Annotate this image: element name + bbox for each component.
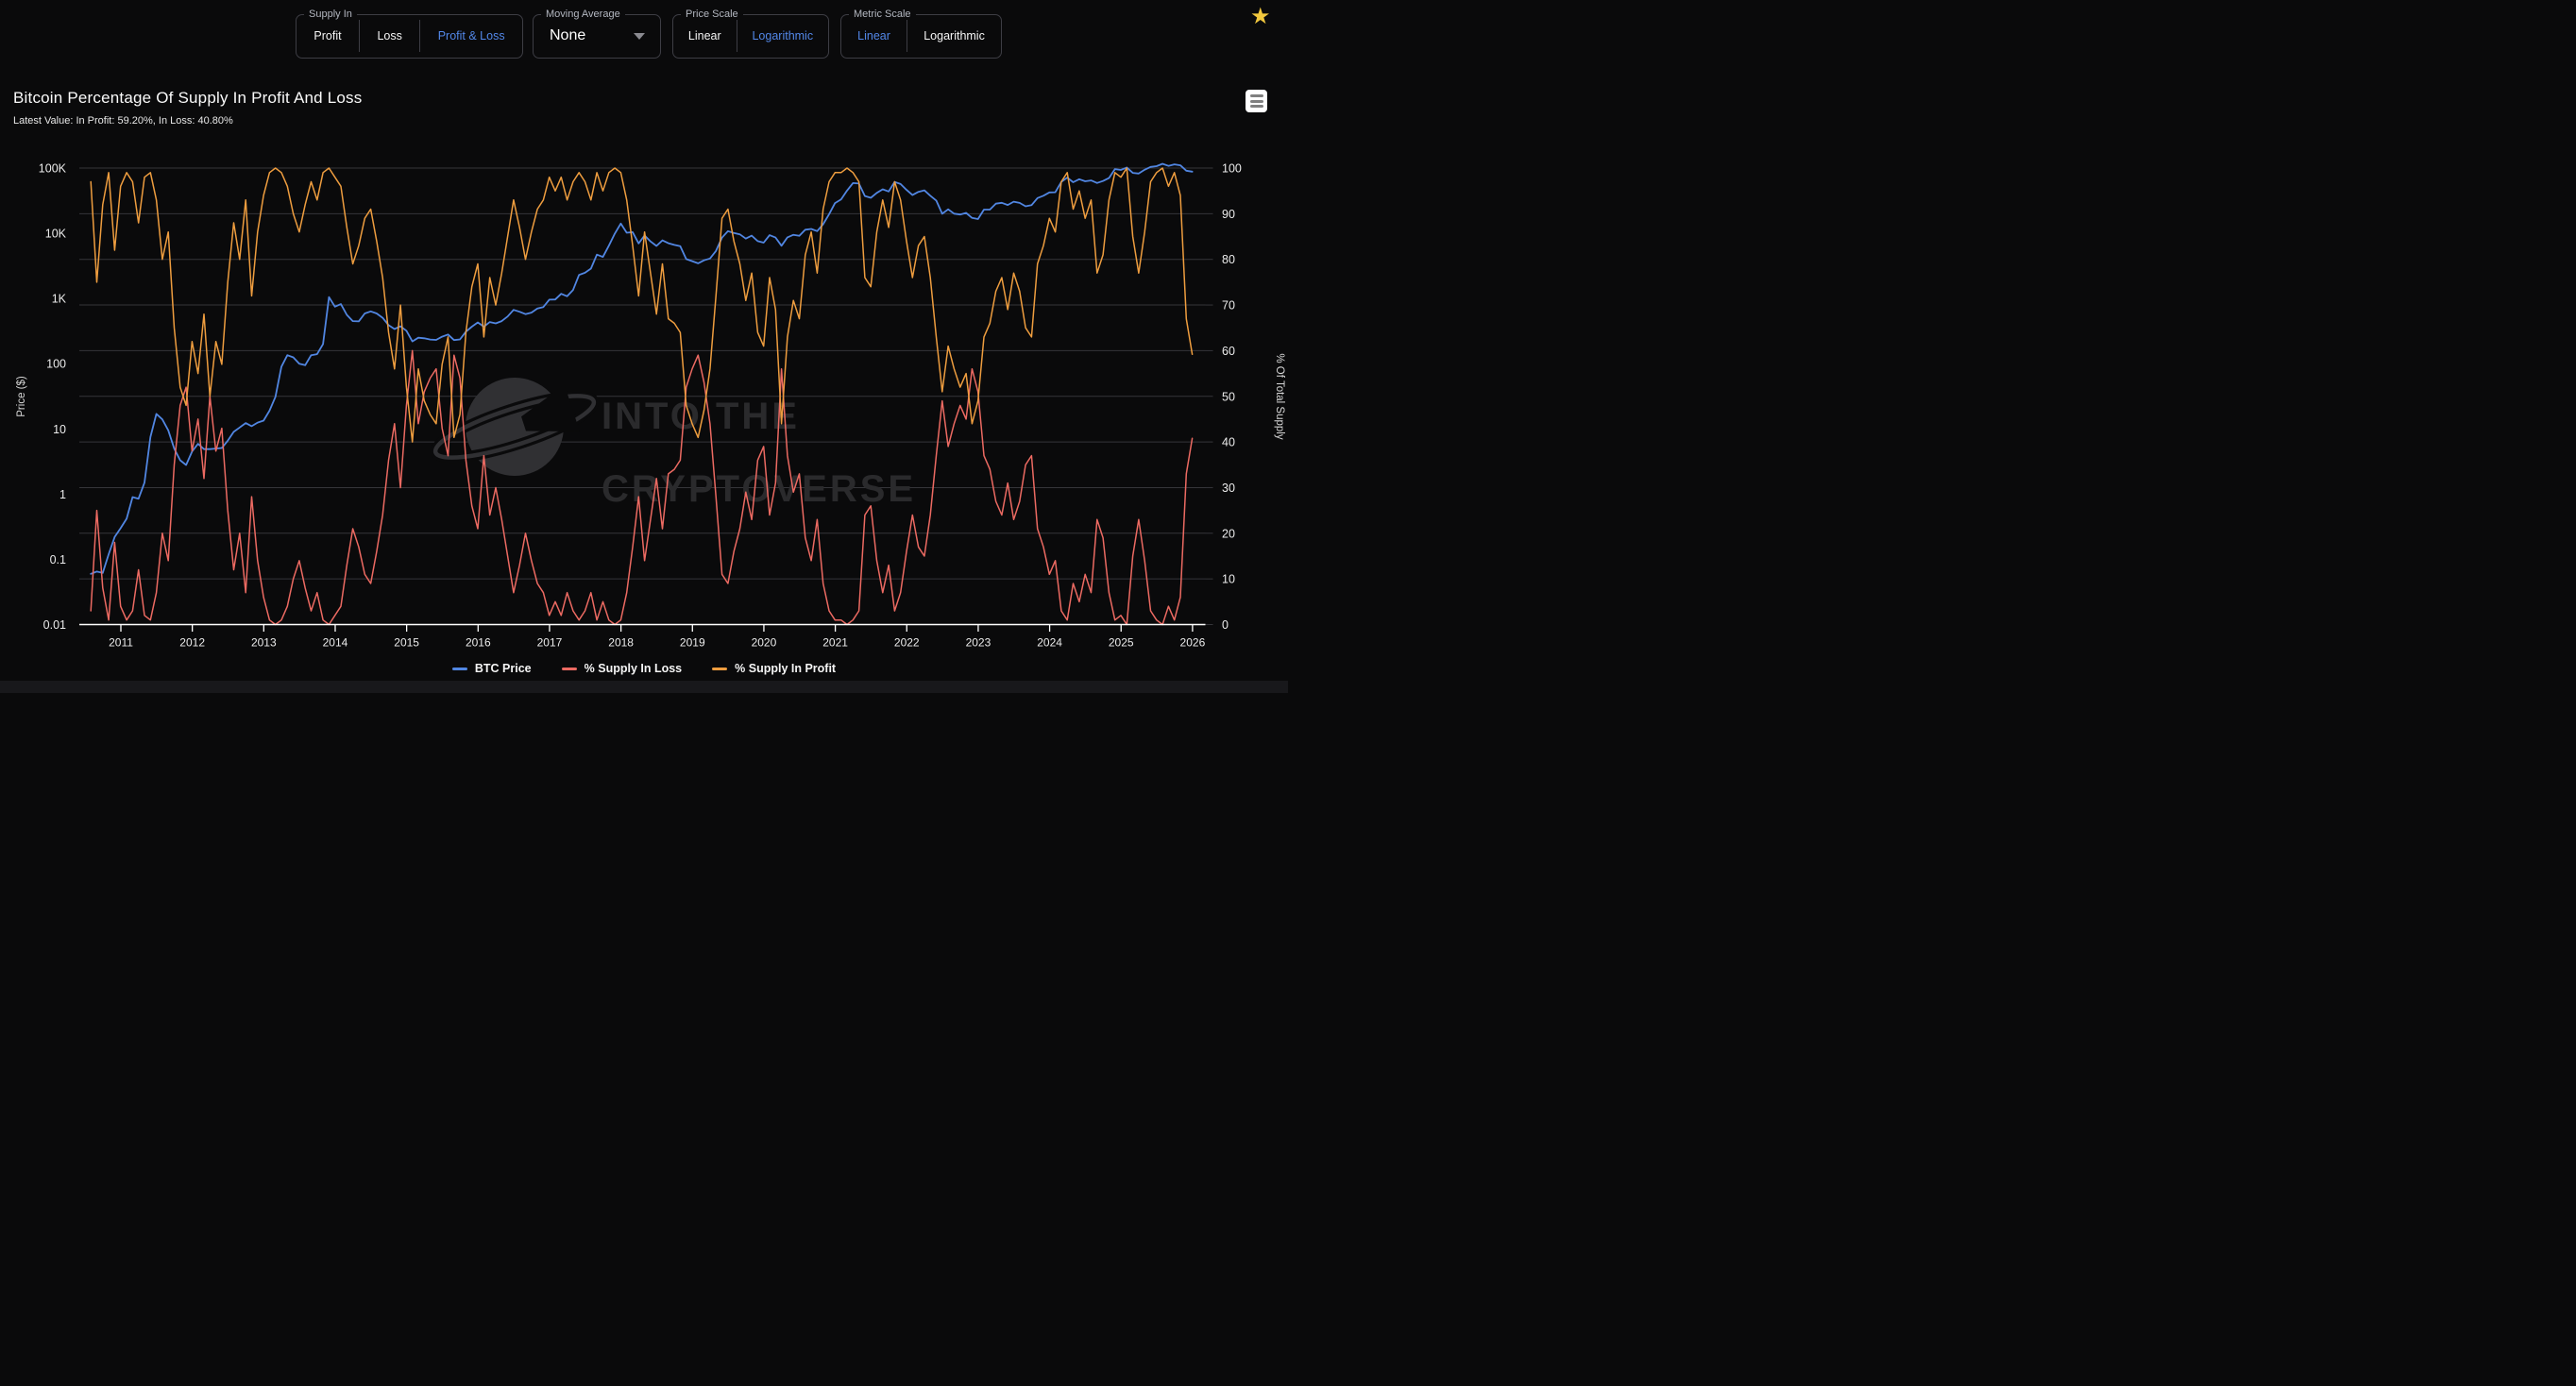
percent-tick-0: 0 [1222, 618, 1229, 632]
legend-dash-supply-in-profit [712, 668, 727, 670]
legend-label-supply-in-profit: % Supply In Profit [735, 662, 836, 675]
legend-item-btc-price[interactable]: BTC Price [452, 662, 532, 675]
control-price-scale: Price Scale LinearLogarithmic [672, 8, 829, 59]
bottom-strip [0, 681, 1288, 693]
option-supply-in-loss[interactable]: Loss [359, 20, 419, 52]
price-tick-100: 100 [46, 358, 66, 371]
legend-dash-btc-price [452, 668, 467, 670]
page-title: Bitcoin Percentage Of Supply In Profit A… [13, 89, 362, 108]
percent-tick-100: 100 [1222, 162, 1242, 176]
btc-price-line[interactable] [91, 164, 1192, 574]
price-tick-0-01: 0.01 [43, 618, 66, 632]
control-metric-scale: Metric Scale LinearLogarithmic [840, 8, 1002, 59]
chevron-down-icon [634, 33, 645, 40]
x-tick-2015: 2015 [394, 636, 419, 650]
x-tick-2016: 2016 [466, 636, 491, 650]
option-price-scale-logarithmic[interactable]: Logarithmic [737, 20, 828, 52]
percent-tick-20: 20 [1222, 527, 1235, 540]
cryptoverse-logo-icon [430, 378, 599, 476]
moving-average-value: None [550, 27, 585, 44]
control-metric-scale-label: Metric Scale [849, 8, 916, 20]
percent-tick-70: 70 [1222, 299, 1235, 313]
price-tick-0-1: 0.1 [50, 553, 66, 566]
chart-legend: BTC Price % Supply In Loss % Supply In Pro… [0, 662, 1288, 675]
percent-axis-labels: 1009080706050403020100% Of Total Supply [1222, 162, 1285, 633]
control-supply-in: Supply In ProfitLossProfit & Loss [296, 8, 523, 59]
supply-in-options: ProfitLossProfit & Loss [297, 20, 522, 52]
star-icon: ★ [1250, 4, 1271, 29]
control-price-scale-label: Price Scale [681, 8, 743, 20]
x-tick-2012: 2012 [179, 636, 205, 650]
legend-label-supply-in-loss: % Supply In Loss [585, 662, 683, 675]
percent-tick-30: 30 [1222, 482, 1235, 495]
x-tick-2011: 2011 [109, 636, 133, 650]
control-moving-average: Moving Average None [533, 8, 661, 59]
latest-value-subtitle: Latest Value: In Profit: 59.20%, In Loss… [13, 115, 233, 127]
percent-tick-10: 10 [1222, 573, 1235, 586]
favorite-star-button[interactable]: ★ [1250, 6, 1271, 28]
legend-dash-supply-in-loss [562, 668, 577, 670]
percent-tick-90: 90 [1222, 208, 1235, 221]
x-tick-2017: 2017 [537, 636, 563, 650]
x-tick-2019: 2019 [680, 636, 705, 650]
moving-average-dropdown[interactable]: None [534, 20, 660, 52]
option-metric-scale-logarithmic[interactable]: Logarithmic [907, 20, 1001, 52]
x-axis: 2011 2012 2013 2014 2015 2016 2017 2018 2019 2020… [79, 625, 1206, 650]
price-tick-1: 1 [59, 488, 66, 501]
price-tick-10: 10 [53, 423, 66, 436]
price-axis-labels: 100K 10K 1K 100 10 1 0.1 0.01 Price ($) [16, 162, 67, 633]
watermark: INTO THE CRYPTOVERSE [430, 378, 916, 510]
x-tick-2023: 2023 [966, 636, 991, 650]
watermark-line1: INTO THE [602, 396, 800, 437]
percent-tick-40: 40 [1222, 436, 1235, 449]
price-tick-1k: 1K [52, 293, 67, 306]
price-tick-10k: 10K [45, 228, 67, 241]
x-tick-2020: 2020 [752, 636, 777, 650]
x-tick-2014: 2014 [323, 636, 348, 650]
x-tick-2018: 2018 [608, 636, 634, 650]
legend-item-supply-in-loss[interactable]: % Supply In Loss [562, 662, 683, 675]
price-tick-100k: 100K [39, 162, 67, 176]
option-supply-in-profit[interactable]: Profit [297, 20, 359, 52]
x-tick-2013: 2013 [251, 636, 277, 650]
x-tick-2024: 2024 [1037, 636, 1062, 650]
price-scale-options: LinearLogarithmic [673, 20, 828, 52]
percent-tick-80: 80 [1222, 253, 1235, 266]
percent-axis-title: % Of Total Supply [1274, 353, 1285, 439]
percent-tick-50: 50 [1222, 390, 1235, 403]
control-supply-in-label: Supply In [304, 8, 357, 20]
percent-tick-60: 60 [1222, 345, 1235, 358]
watermark-line2: CRYPTOVERSE [602, 468, 916, 510]
x-tick-2026: 2026 [1180, 636, 1206, 650]
x-tick-2025: 2025 [1109, 636, 1134, 650]
x-tick-2022: 2022 [894, 636, 920, 650]
legend-item-supply-in-profit[interactable]: % Supply In Profit [712, 662, 836, 675]
option-price-scale-linear[interactable]: Linear [673, 20, 737, 52]
x-tick-2021: 2021 [822, 636, 848, 650]
legend-label-btc-price: BTC Price [475, 662, 532, 675]
chart-menu-button[interactable] [1246, 90, 1267, 112]
metric-scale-options: LinearLogarithmic [841, 20, 1001, 52]
price-axis-title: Price ($) [16, 376, 27, 417]
option-supply-in-profit-loss[interactable]: Profit & Loss [419, 20, 522, 52]
control-moving-average-label: Moving Average [541, 8, 625, 20]
option-metric-scale-linear[interactable]: Linear [841, 20, 907, 52]
